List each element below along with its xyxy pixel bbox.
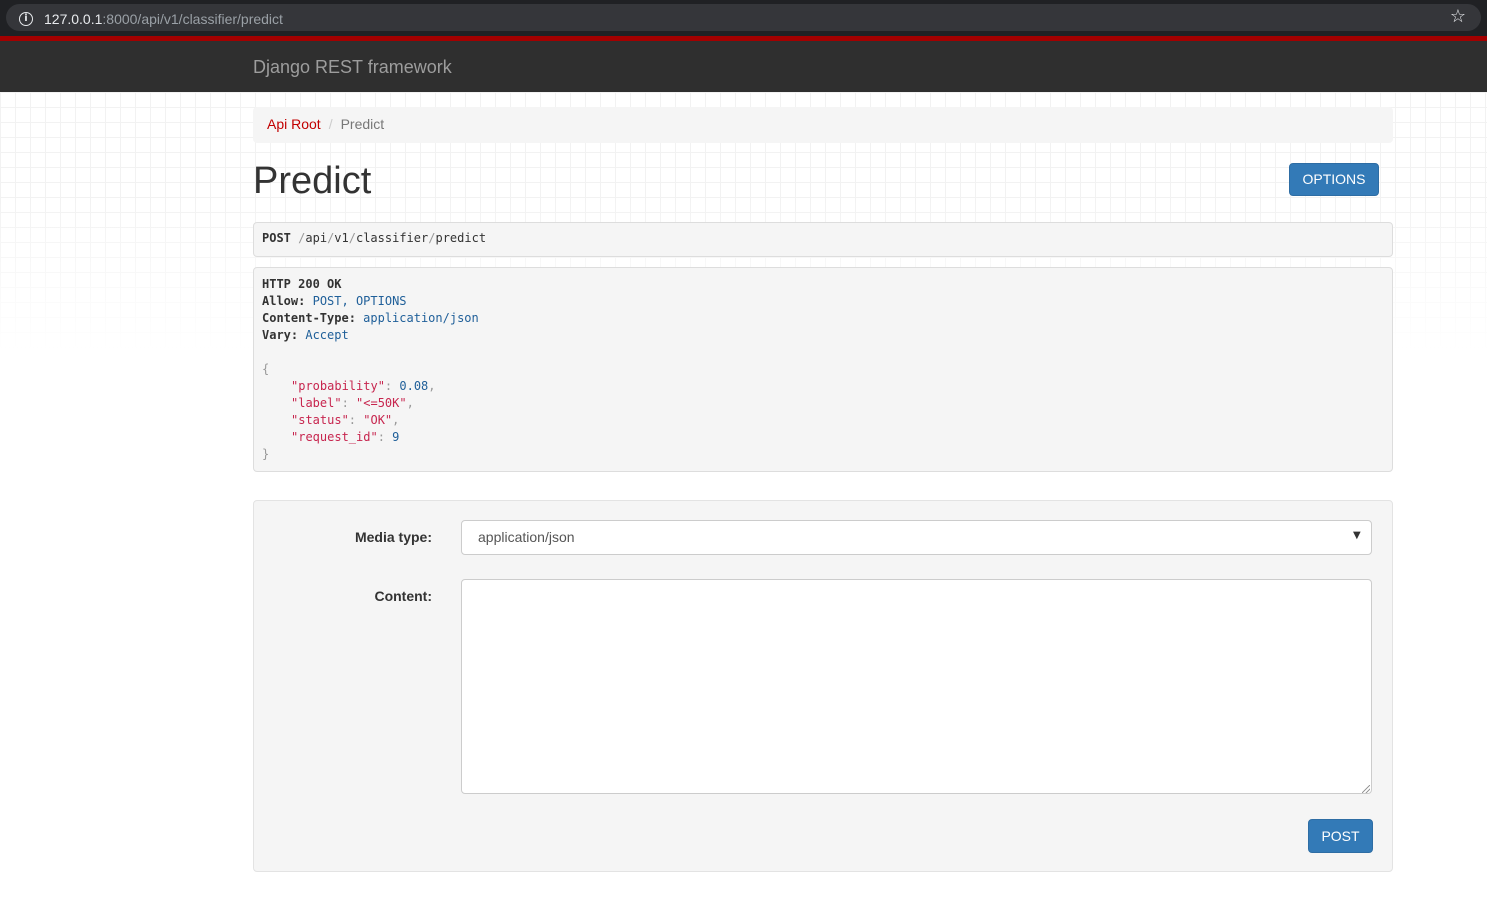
- media-type-value: application/json: [478, 529, 575, 545]
- json-value: 9: [392, 430, 400, 444]
- response-header: Vary: Accept: [262, 327, 1384, 344]
- address-bar[interactable]: i 127.0.0.1:8000/api/v1/classifier/predi…: [6, 4, 1481, 31]
- response-header: Content-Type: application/json: [262, 310, 1384, 327]
- url-host: 127.0.0.1: [44, 11, 103, 27]
- json-value: "<=50K": [356, 396, 407, 410]
- header-key: Vary:: [262, 328, 299, 342]
- site-info-icon[interactable]: i: [19, 12, 33, 26]
- json-entry: "status": "OK",: [262, 412, 1384, 429]
- header-key: Allow:: [262, 294, 306, 308]
- header-value: POST, OPTIONS: [312, 294, 407, 308]
- json-key: "label": [291, 396, 342, 410]
- response-status: HTTP 200 OK: [262, 277, 342, 291]
- navbar: Django REST framework: [0, 36, 1487, 92]
- options-button[interactable]: OPTIONS: [1289, 163, 1379, 196]
- json-colon: :: [348, 413, 364, 427]
- content-textarea[interactable]: [461, 579, 1372, 794]
- breadcrumb-separator: /: [328, 116, 333, 132]
- request-method: POST: [262, 231, 291, 245]
- response-header: Allow: POST, OPTIONS: [262, 293, 1384, 310]
- json-colon: :: [377, 430, 393, 444]
- content-label: Content:: [374, 588, 432, 604]
- json-entry: "probability": 0.08,: [262, 378, 1384, 395]
- path-part: api: [305, 231, 328, 245]
- browser-toolbar: i 127.0.0.1:8000/api/v1/classifier/predi…: [0, 0, 1487, 36]
- navbar-brand[interactable]: Django REST framework: [253, 57, 452, 78]
- request-info: POST /api/v1/classifier/predict: [253, 222, 1393, 257]
- chevron-down-icon: ▼: [1353, 530, 1361, 541]
- resize-grip-icon[interactable]: [1362, 785, 1370, 793]
- json-close-brace: }: [262, 447, 270, 461]
- path-part: v1: [334, 231, 349, 245]
- header-value: Accept: [305, 328, 349, 342]
- json-comma: ,: [392, 413, 400, 427]
- json-comma: ,: [428, 379, 436, 393]
- media-type-select[interactable]: application/json ▼: [461, 520, 1372, 555]
- url-path: :8000/api/v1/classifier/predict: [102, 11, 283, 27]
- breadcrumb-predict: Predict: [340, 116, 385, 132]
- json-value: "OK": [363, 413, 393, 427]
- json-key: "request_id": [291, 430, 378, 444]
- json-open-brace: {: [262, 362, 270, 376]
- path-slash: /: [348, 231, 356, 245]
- breadcrumb: Api Root / Predict: [253, 107, 1393, 143]
- post-form: Media type: application/json ▼ Content: …: [253, 500, 1393, 872]
- path-part: classifier: [355, 231, 429, 245]
- json-key: "status": [291, 413, 349, 427]
- post-button[interactable]: POST: [1308, 819, 1373, 853]
- page-title: Predict: [253, 160, 372, 202]
- header-key: Content-Type:: [262, 311, 356, 325]
- json-colon: :: [384, 379, 400, 393]
- url-text[interactable]: 127.0.0.1:8000/api/v1/classifier/predict: [44, 11, 283, 27]
- header-value: application/json: [363, 311, 479, 325]
- json-entry: "request_id": 9: [262, 429, 1384, 446]
- json-colon: :: [341, 396, 357, 410]
- path-part: predict: [435, 231, 487, 245]
- bookmark-star-icon[interactable]: ☆: [1450, 8, 1466, 26]
- json-entry: "label": "<=50K",: [262, 395, 1384, 412]
- json-key: "probability": [291, 379, 385, 393]
- response-info: HTTP 200 OK Allow: POST, OPTIONS Content…: [253, 267, 1393, 472]
- json-comma: ,: [406, 396, 414, 410]
- breadcrumb-api-root[interactable]: Api Root: [267, 116, 321, 132]
- json-value: 0.08: [399, 379, 429, 393]
- media-type-label: Media type:: [354, 529, 432, 545]
